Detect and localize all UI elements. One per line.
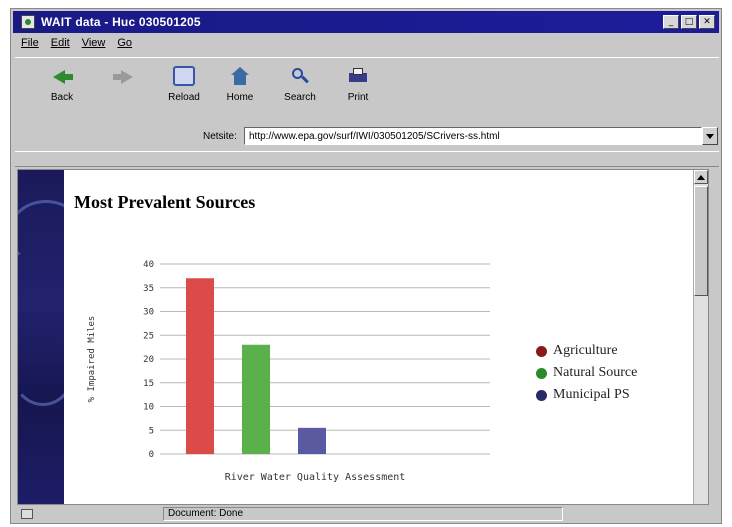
maximize-icon: □ <box>684 16 694 27</box>
navigation-toolbar: Back Reload Home Search Print <box>15 57 719 118</box>
home-button-label: Home <box>226 92 254 103</box>
menu-file[interactable]: File <box>21 37 39 55</box>
search-button[interactable]: Search <box>271 66 329 114</box>
title-bar: WAIT data - Huc 030501205 _ □ ✕ <box>13 11 719 33</box>
menu-go[interactable]: Go <box>117 37 132 55</box>
legend-item-natural-source: Natural Source <box>536 362 637 384</box>
close-button[interactable]: ✕ <box>699 15 715 29</box>
print-button-label: Print <box>347 92 369 103</box>
minimize-icon: _ <box>668 16 674 27</box>
y-tick-label: 20 <box>143 355 154 365</box>
page-content: Most Prevalent Sources 0 5 10 15 20 25 30 35 40 … <box>17 169 709 505</box>
print-icon <box>347 66 369 86</box>
chart-bars <box>186 278 326 454</box>
y-tick-label: 40 <box>143 260 154 270</box>
reload-button-label: Reload <box>168 92 200 103</box>
window-controls: _ □ ✕ <box>663 15 715 29</box>
menu-edit[interactable]: Edit <box>51 37 70 55</box>
legend-label-natural-source: Natural Source <box>553 365 638 380</box>
legend-label-municipal-ps: Municipal PS <box>553 387 630 402</box>
search-button-label: Search <box>284 92 316 103</box>
y-tick-label: 10 <box>143 403 154 413</box>
legend-item-municipal-ps: Municipal PS <box>536 384 637 406</box>
chevron-down-icon <box>706 133 714 139</box>
y-tick-label: 15 <box>143 379 154 389</box>
location-bar: Netsite: <box>15 127 719 147</box>
window-title: WAIT data - Huc 030501205 <box>41 15 201 29</box>
address-input[interactable] <box>244 127 702 145</box>
arrow-up-icon <box>697 174 705 180</box>
back-button[interactable]: Back <box>33 66 91 114</box>
legend-dot-icon <box>536 345 547 357</box>
home-button[interactable]: Home <box>211 66 269 114</box>
legend-dot-icon <box>536 389 547 401</box>
status-bar: Document: Done <box>15 507 719 521</box>
security-lock-icon <box>21 509 33 519</box>
page-title: Most Prevalent Sources <box>74 192 256 212</box>
back-arrow-icon <box>51 66 73 86</box>
forward-arrow-icon <box>113 66 135 86</box>
y-tick-label: 30 <box>143 308 154 318</box>
chart-legend: Agriculture Natural Source Municipal PS <box>536 340 637 406</box>
forward-button[interactable] <box>95 66 153 114</box>
browser-window: WAIT data - Huc 030501205 _ □ ✕ File Edi… <box>10 8 722 524</box>
y-tick-label: 35 <box>143 284 154 294</box>
legend-dot-icon <box>536 367 547 379</box>
address-label: Netsite: <box>203 131 237 142</box>
maximize-button[interactable]: □ <box>681 15 697 29</box>
print-button[interactable]: Print <box>329 66 387 114</box>
status-text: Document: Done <box>163 507 563 521</box>
address-dropdown-button[interactable] <box>702 127 718 145</box>
back-button-label: Back <box>50 92 74 103</box>
bar-chart: 0 5 10 15 20 25 30 35 40 % Impaired Miles River … <box>87 260 490 483</box>
y-axis-label: % Impaired Miles <box>87 316 97 403</box>
y-axis-ticks: 0 5 10 15 20 25 30 35 40 <box>143 260 154 460</box>
y-tick-label: 25 <box>143 331 154 341</box>
browser-app-icon <box>21 15 35 29</box>
x-axis-label: River Water Quality Assessment <box>225 472 406 483</box>
y-tick-label: 5 <box>149 426 154 436</box>
vertical-scrollbar[interactable] <box>693 170 708 504</box>
minimize-button[interactable]: _ <box>663 15 679 29</box>
menu-view[interactable]: View <box>82 37 106 55</box>
y-tick-label: 0 <box>149 450 154 460</box>
menu-bar: File Edit View Go <box>15 37 132 55</box>
home-icon <box>229 66 251 86</box>
scroll-up-button[interactable] <box>694 170 708 184</box>
personal-toolbar <box>15 151 719 167</box>
search-icon <box>289 66 311 86</box>
scroll-thumb[interactable] <box>694 186 708 296</box>
reload-icon <box>173 66 195 86</box>
bar-agriculture <box>186 278 214 454</box>
reload-button[interactable]: Reload <box>155 66 213 114</box>
close-icon: ✕ <box>703 16 711 27</box>
bar-municipal-ps <box>298 427 326 454</box>
legend-label-agriculture: Agriculture <box>553 343 618 358</box>
legend-item-agriculture: Agriculture <box>536 340 637 362</box>
decorative-sidebar-image <box>18 170 64 504</box>
bar-natural-source <box>242 344 270 454</box>
